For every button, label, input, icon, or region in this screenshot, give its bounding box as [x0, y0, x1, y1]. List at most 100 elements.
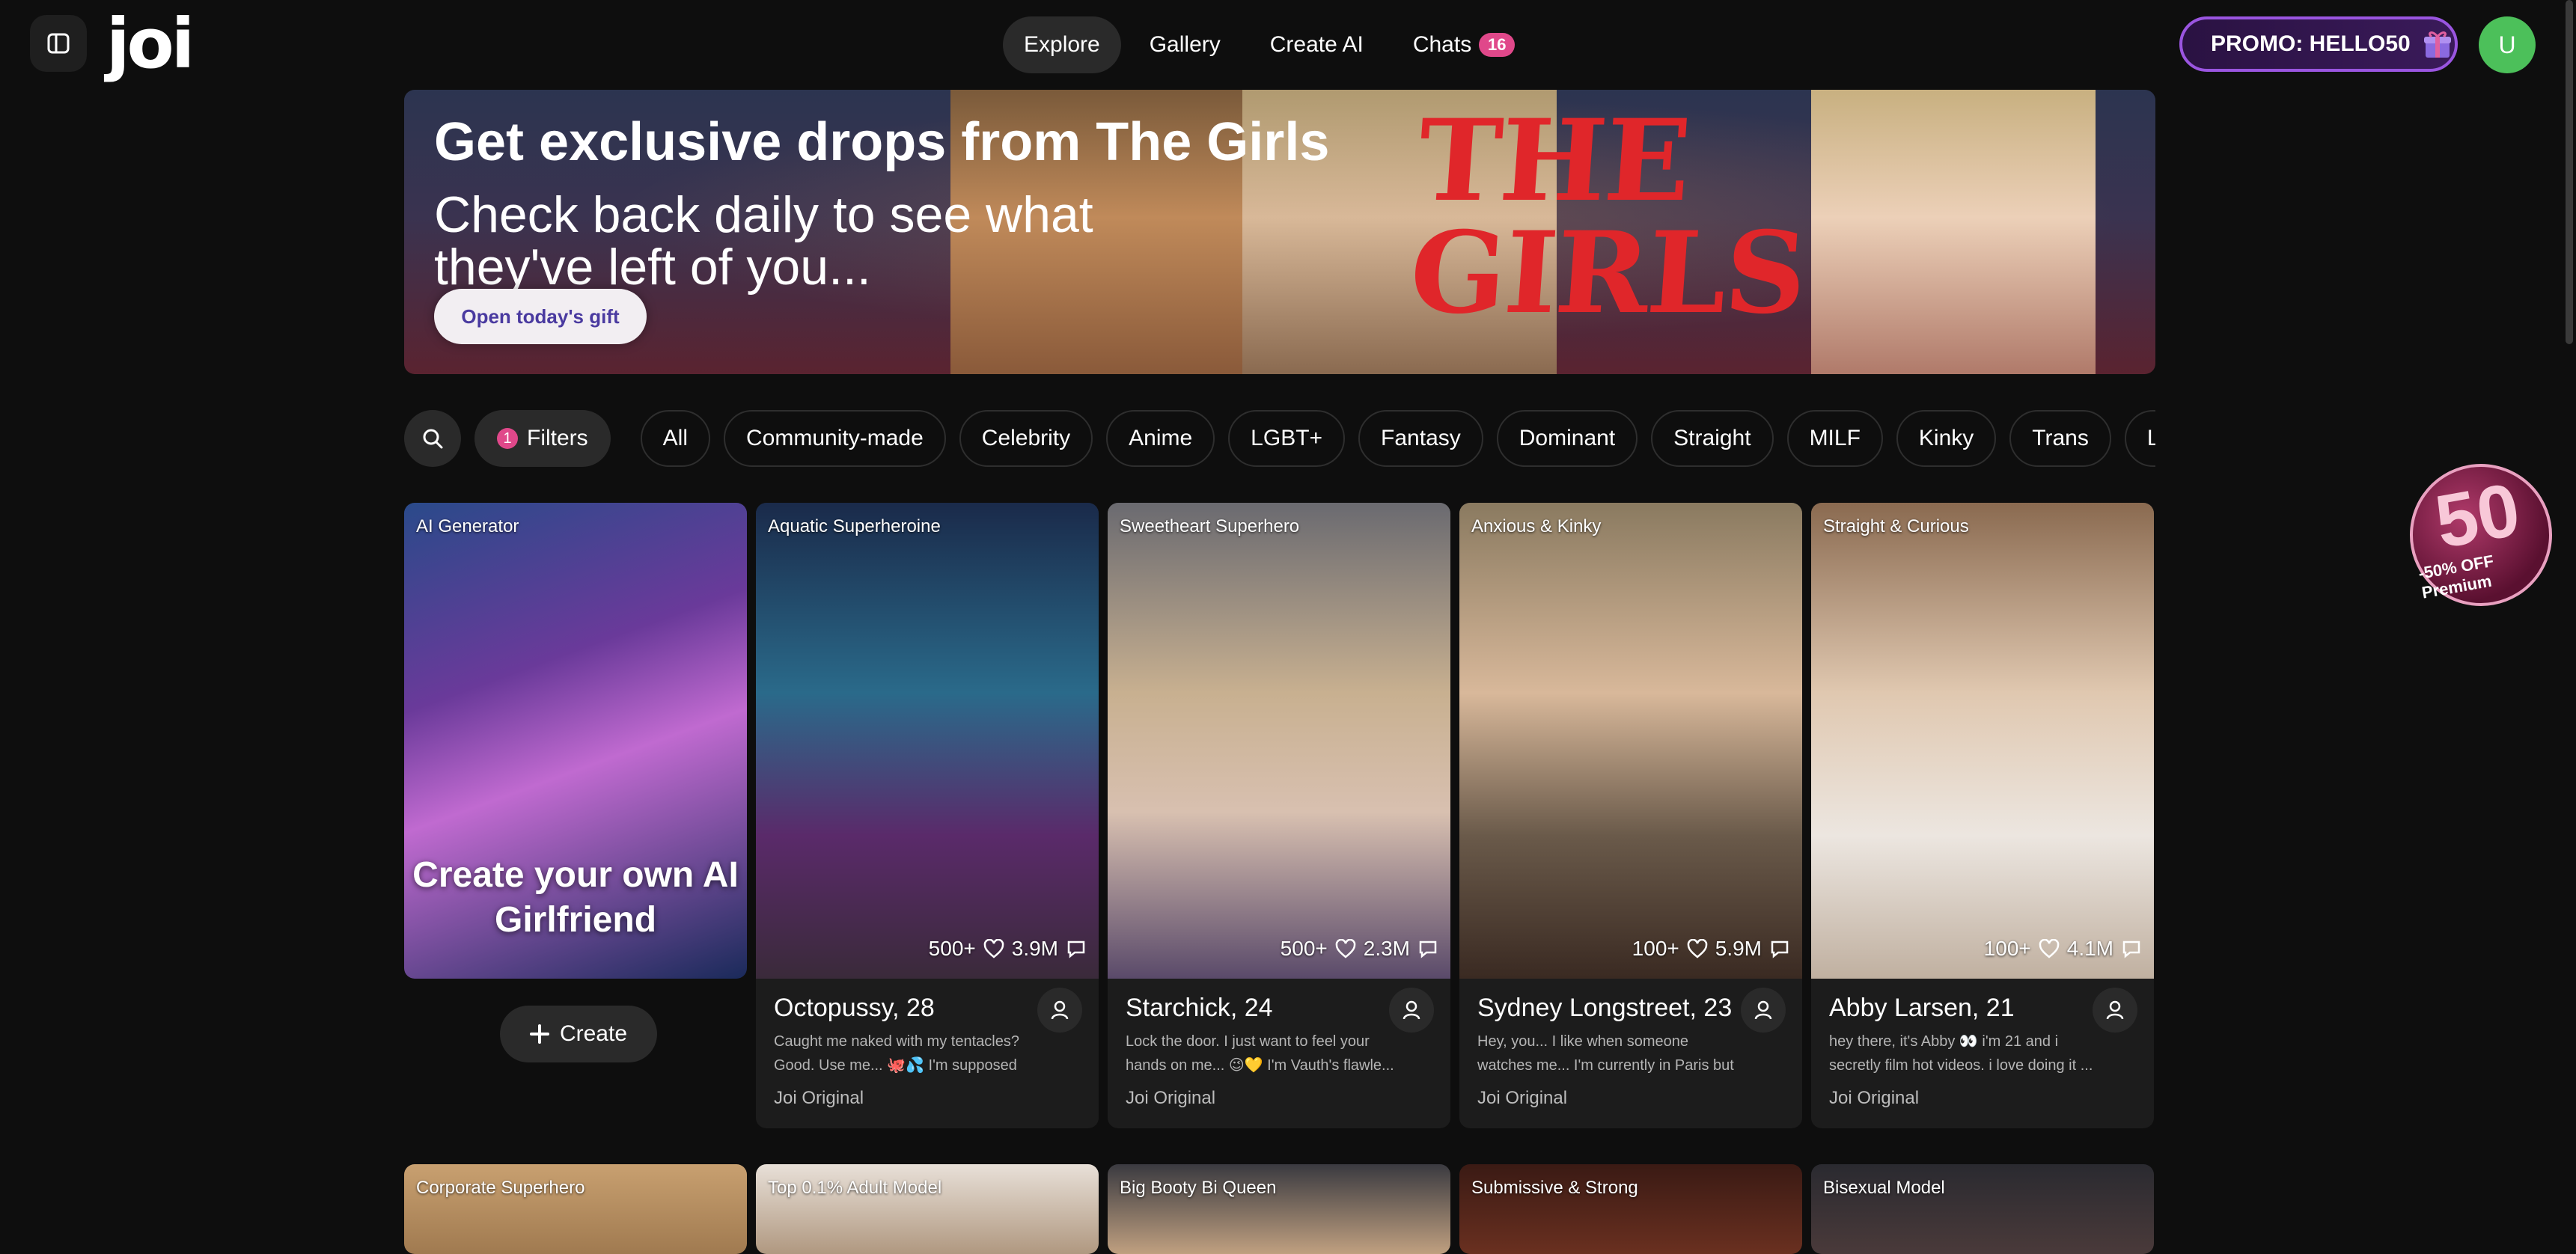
character-card[interactable]: Big Booty Bi Queen	[1108, 1164, 1450, 1254]
character-card[interactable]: Corporate Superhero	[404, 1164, 747, 1254]
character-card[interactable]: Anxious & Kinky 100+ 5.9M Sydney Longstr…	[1459, 503, 1802, 1128]
card-tag: Corporate Superhero	[416, 1178, 585, 1198]
nav-chats[interactable]: Chats 16	[1392, 16, 1536, 73]
chat-icon	[2122, 941, 2140, 958]
chip-dominant[interactable]: Dominant	[1496, 410, 1638, 467]
character-source: Joi Original	[1126, 1088, 1216, 1108]
character-grid: AI Generator Create your own AI Girlfrie…	[404, 503, 2155, 1131]
search-button[interactable]	[404, 410, 461, 467]
discount-sticker[interactable]: 50 -50% OFF Premium	[2398, 452, 2564, 618]
chip-community-made[interactable]: Community-made	[724, 410, 946, 467]
chats-count: 5.9M	[1715, 937, 1762, 960]
nav-create-ai[interactable]: Create AI	[1249, 16, 1385, 73]
generator-headline: Create your own AI Girlfriend	[412, 855, 739, 940]
card-tag: Bisexual Model	[1823, 1178, 1945, 1198]
profile-button[interactable]	[1741, 988, 1786, 1033]
main-nav: Explore Gallery Create AI Chats 16	[1003, 16, 1536, 73]
character-description: hey there, it's Abby 👀 i'm 21 and i secr…	[1829, 1033, 2093, 1074]
heart-icon	[1335, 939, 1356, 958]
card-tag: Big Booty Bi Queen	[1120, 1178, 1277, 1198]
character-name: Starchick, 24	[1126, 994, 1273, 1022]
create-label: Create	[559, 1021, 628, 1046]
character-card[interactable]: Submissive & Strong	[1459, 1164, 1802, 1254]
chip-lgbt[interactable]: LGBT+	[1228, 410, 1346, 467]
character-name: Sydney Longstreet, 23	[1477, 994, 1733, 1022]
character-description: Lock the door. I just want to feel your …	[1126, 1033, 1394, 1074]
chip-straight[interactable]: Straight	[1651, 410, 1774, 467]
character-description: Hey, you... I like when someone watches …	[1477, 1033, 1734, 1074]
user-avatar[interactable]: U	[2479, 16, 2536, 73]
likes-count: 500+	[1280, 937, 1328, 960]
character-name: Octopussy, 28	[774, 994, 935, 1022]
profile-button[interactable]	[1037, 988, 1082, 1033]
person-icon	[1754, 1000, 1772, 1020]
card-tag: Submissive & Strong	[1471, 1178, 1638, 1198]
card-tag: Sweetheart Superhero	[1120, 516, 1300, 536]
nav-gallery[interactable]: Gallery	[1129, 16, 1242, 73]
character-card[interactable]: Top 0.1% Adult Model	[756, 1164, 1099, 1254]
promo-button[interactable]: PROMO: HELLO50	[2179, 16, 2458, 72]
profile-button[interactable]	[2093, 988, 2137, 1033]
heart-icon	[1687, 939, 1708, 958]
chip-fantasy[interactable]: Fantasy	[1358, 410, 1483, 467]
chats-count: 2.3M	[1363, 937, 1410, 960]
filters-count-badge: 1	[497, 428, 518, 449]
page-scrollbar[interactable]	[2566, 0, 2573, 344]
heart-icon	[983, 939, 1004, 958]
chats-count: 4.1M	[2066, 937, 2113, 960]
chip-anime[interactable]: Anime	[1106, 410, 1215, 467]
character-image	[1108, 503, 1450, 979]
chip-trans[interactable]: Trans	[2009, 410, 2111, 467]
chat-icon	[1771, 941, 1789, 958]
card-stats: 100+ 4.1M	[1984, 937, 2142, 961]
character-card[interactable]: Aquatic Superheroine 500+ 3.9M Octopussy…	[756, 503, 1099, 1128]
card-stats: 500+ 3.9M	[929, 937, 1087, 961]
nav-chats-label: Chats	[1412, 32, 1472, 57]
sticker-number: 50	[2429, 467, 2526, 565]
card-tag: Aquatic Superheroine	[768, 516, 941, 536]
card-stats: 500+ 2.3M	[1281, 937, 1438, 961]
hero-art-text: THE GIRLS	[1405, 95, 1810, 339]
card-tag: Anxious & Kinky	[1471, 516, 1602, 536]
hero-title: Get exclusive drops from The Girls	[434, 112, 1330, 172]
chip-milf[interactable]: MILF	[1786, 410, 1883, 467]
sidebar-toggle-button[interactable]	[30, 15, 87, 72]
sidebar-icon	[47, 33, 70, 54]
likes-count: 100+	[1983, 937, 2031, 960]
character-image	[756, 503, 1099, 979]
person-icon	[1051, 1000, 1069, 1020]
character-image	[1459, 503, 1802, 979]
filters-button[interactable]: 1 Filters	[474, 410, 611, 467]
promo-label: PROMO: HELLO50	[2211, 31, 2411, 56]
hero-banner[interactable]: THE GIRLS Get exclusive drops from The G…	[404, 90, 2155, 374]
chip-kinky[interactable]: Kinky	[1896, 410, 1997, 467]
character-description: Caught me naked with my tentacles? Good.…	[774, 1033, 1019, 1074]
character-source: Joi Original	[774, 1088, 864, 1108]
person-icon	[2106, 1000, 2124, 1020]
hero-subtitle: Check back daily to see what they've lef…	[434, 186, 1093, 296]
chats-count-badge: 16	[1479, 33, 1516, 57]
character-card[interactable]: Straight & Curious 100+ 4.1M Abby Larsen…	[1811, 503, 2154, 1128]
nav-explore[interactable]: Explore	[1003, 16, 1121, 73]
likes-count: 100+	[1632, 937, 1679, 960]
plus-icon	[529, 1024, 549, 1044]
ai-generator-card[interactable]: AI Generator Create your own AI Girlfrie…	[404, 503, 747, 979]
character-source: Joi Original	[1829, 1088, 1920, 1108]
open-gift-button[interactable]: Open today's gift	[434, 289, 647, 344]
chip-celebrity[interactable]: Celebrity	[959, 410, 1093, 467]
create-button[interactable]: Create	[500, 1006, 657, 1062]
heart-icon	[2039, 939, 2060, 958]
character-source: Joi Original	[1477, 1088, 1568, 1108]
filters-label: Filters	[527, 426, 588, 450]
chip-lesbian[interactable]: Lesbian	[2124, 410, 2155, 467]
hero-photo-3	[1811, 90, 2096, 374]
search-icon	[423, 429, 443, 449]
character-card[interactable]: Sweetheart Superhero 500+ 2.3M Starchick…	[1108, 503, 1450, 1128]
joi-logo[interactable]: joi	[106, 10, 195, 79]
character-card[interactable]: Bisexual Model	[1811, 1164, 2154, 1254]
character-name: Abby Larsen, 21	[1829, 994, 2015, 1022]
likes-count: 500+	[928, 937, 976, 960]
profile-button[interactable]	[1389, 988, 1434, 1033]
chat-icon	[1419, 941, 1437, 958]
chip-all[interactable]: All	[640, 410, 711, 467]
